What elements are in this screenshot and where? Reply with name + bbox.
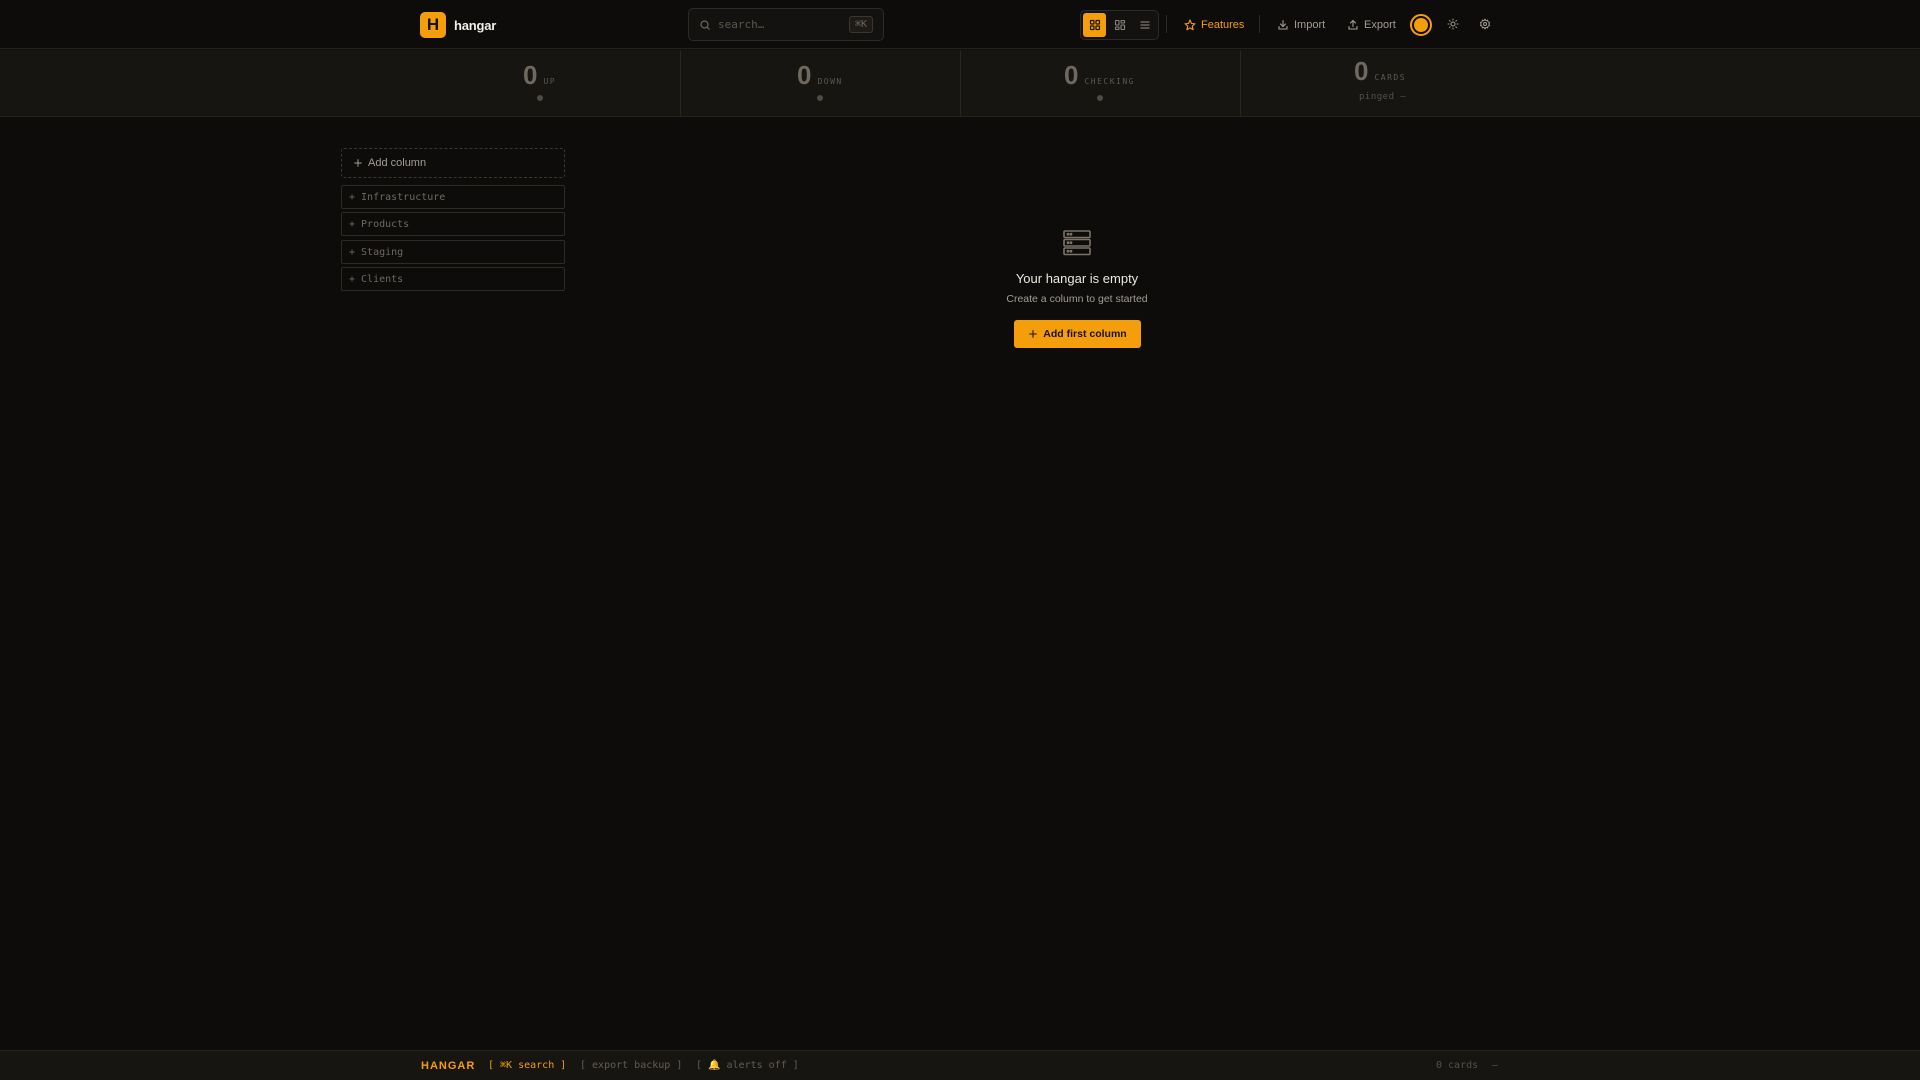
stat-checking-label: CHECKING xyxy=(1084,77,1135,86)
stat-cards-label: CARDS xyxy=(1374,73,1407,82)
add-column-label: Add column xyxy=(368,157,427,169)
footer-brand: HANGAR xyxy=(421,1060,476,1072)
search-icon xyxy=(700,19,710,30)
dashboard-icon xyxy=(1114,19,1125,31)
logo-badge: H xyxy=(420,12,446,38)
view-mode-toggle xyxy=(1080,10,1159,40)
empty-state-subtitle: Create a column to get started xyxy=(1006,293,1148,305)
export-button[interactable]: Export xyxy=(1347,16,1396,34)
add-first-column-button[interactable]: Add first column xyxy=(1014,320,1141,348)
dashboard-view-button[interactable] xyxy=(1108,13,1131,37)
status-summary-bar: 0 UP 0 DOWN 0 CHECKING 0 CARDS xyxy=(0,50,1920,117)
stat-checking-value: 0 xyxy=(1064,60,1079,90)
column-suggestion-infrastructure[interactable]: + Infrastructure xyxy=(341,185,565,209)
plus-icon xyxy=(1029,330,1038,338)
stat-divider xyxy=(1240,50,1241,117)
sun-icon xyxy=(1447,18,1459,30)
empty-state-title: Your hangar is empty xyxy=(1015,271,1139,286)
add-column-button[interactable]: Add column xyxy=(341,148,565,178)
status-avatar[interactable] xyxy=(1410,14,1432,36)
plus-icon xyxy=(354,159,362,167)
status-footer: HANGAR [ ⌘K search ] [ export backup ] [… xyxy=(0,1050,1920,1080)
footer-search-shortcut[interactable]: [ ⌘K search ] xyxy=(488,1060,566,1071)
add-first-column-label: Add first column xyxy=(1043,328,1127,340)
footer-cards-count: 0 cards xyxy=(1436,1060,1479,1071)
stat-divider xyxy=(680,50,681,117)
column-suggestion-staging[interactable]: + Staging xyxy=(341,240,565,264)
header-divider xyxy=(1259,15,1260,33)
last-pinged-text: pinged — xyxy=(1359,92,1407,102)
stat-divider xyxy=(960,50,961,117)
avatar-dot xyxy=(1414,18,1428,32)
stat-checking: 0 CHECKING xyxy=(1064,60,1135,91)
search-shortcut-badge: ⌘K xyxy=(848,16,873,33)
top-header: H hangar ⌘K Features Import Export xyxy=(0,0,1920,49)
stat-up: 0 UP xyxy=(523,60,556,91)
footer-status: — xyxy=(1492,1060,1499,1071)
column-suggestion-products[interactable]: + Products xyxy=(341,212,565,236)
download-icon xyxy=(1278,19,1288,30)
search-input[interactable] xyxy=(718,18,838,31)
footer-alerts-toggle[interactable]: [ 🔔 alerts off ] xyxy=(696,1060,799,1071)
stat-up-indicator-dot xyxy=(537,95,543,101)
import-label: Import xyxy=(1294,19,1326,31)
stat-up-label: UP xyxy=(543,77,557,86)
stat-down-value: 0 xyxy=(797,60,812,90)
gear-icon xyxy=(1479,18,1491,30)
import-button[interactable]: Import xyxy=(1277,16,1325,34)
stat-checking-indicator-dot xyxy=(1097,95,1103,101)
grid-view-button[interactable] xyxy=(1083,13,1106,37)
export-label: Export xyxy=(1364,19,1396,31)
settings-button[interactable] xyxy=(1477,16,1493,32)
star-icon xyxy=(1184,19,1196,31)
list-view-button[interactable] xyxy=(1133,13,1156,37)
features-label: Features xyxy=(1201,19,1245,31)
stat-cards-value: 0 xyxy=(1354,56,1369,86)
upload-icon xyxy=(1348,19,1358,30)
server-stack-icon xyxy=(1063,230,1091,256)
stat-cards: 0 CARDS xyxy=(1354,56,1406,87)
list-icon xyxy=(1140,21,1149,29)
search-box[interactable]: ⌘K xyxy=(688,8,884,41)
app-name: hangar xyxy=(454,17,497,33)
grid-icon xyxy=(1089,19,1100,31)
footer-export-backup[interactable]: [ export backup ] xyxy=(580,1060,682,1071)
stat-down-indicator-dot xyxy=(817,95,823,101)
features-button[interactable]: Features xyxy=(1184,16,1244,34)
header-divider xyxy=(1166,15,1167,33)
stat-down: 0 DOWN xyxy=(797,60,843,91)
stat-up-value: 0 xyxy=(523,60,538,90)
column-suggestion-clients[interactable]: + Clients xyxy=(341,267,565,291)
stat-down-label: DOWN xyxy=(817,77,843,86)
app-logo[interactable]: H hangar xyxy=(420,12,496,38)
theme-toggle-button[interactable] xyxy=(1445,16,1461,32)
